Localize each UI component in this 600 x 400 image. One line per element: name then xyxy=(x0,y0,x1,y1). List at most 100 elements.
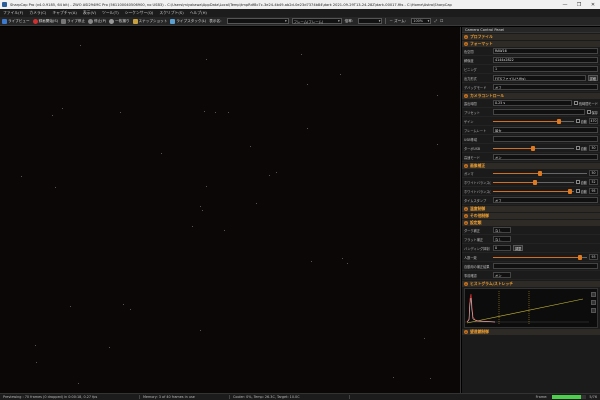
usb-select[interactable] xyxy=(493,136,598,142)
section-histogram[interactable]: » ヒストグラム/ストレッチ xyxy=(462,281,600,287)
resolution-select[interactable]: 4144x2822 xyxy=(493,57,598,63)
zoom-out-icon[interactable]: － xyxy=(389,19,393,24)
display-select[interactable]: ▾ xyxy=(226,18,289,24)
zoom-select[interactable]: 100% ▾ xyxy=(411,18,432,24)
menu-tools[interactable]: ツール(T) xyxy=(102,10,119,16)
checkbox[interactable] xyxy=(575,119,580,123)
gain-auto-toggle[interactable]: 自動 xyxy=(575,119,587,124)
frame-count: 5/76 xyxy=(589,395,597,399)
minimize-button[interactable]: — xyxy=(558,0,572,9)
checkbox[interactable] xyxy=(586,110,591,114)
frame-select[interactable]: フレーム(フレーム) ▾ xyxy=(291,18,342,24)
checkbox[interactable] xyxy=(575,180,580,184)
banding-select[interactable]: 0 xyxy=(493,245,511,251)
start-capture-button[interactable]: 録画開始(S) xyxy=(32,18,58,24)
offset-slider[interactable] xyxy=(493,254,587,260)
usb-row: USB帯域 xyxy=(462,135,600,144)
gain-row: ゲイン 自動 470 xyxy=(462,117,600,126)
menu-capture[interactable]: キャプチャ(A) xyxy=(52,10,77,16)
menu-sequencer[interactable]: シーケンサー(Q) xyxy=(125,10,154,16)
turbo-value[interactable]: 50 xyxy=(589,145,598,151)
hot-pixel xyxy=(311,261,312,262)
hot-pixel xyxy=(35,345,36,346)
slider-thumb[interactable] xyxy=(578,254,583,260)
app-icon xyxy=(2,2,7,7)
histogram-reset-icon[interactable] xyxy=(591,308,596,313)
slider-thumb[interactable] xyxy=(532,179,537,185)
wb-blue-auto-toggle[interactable]: 自動 xyxy=(575,189,587,194)
gain-value[interactable]: 470 xyxy=(589,118,598,124)
gamma-slider[interactable] xyxy=(493,170,587,176)
menu-view[interactable]: 表示(V) xyxy=(83,10,96,16)
record-icon xyxy=(32,18,38,24)
long-exposure-toggle[interactable]: 長時間モード xyxy=(573,101,598,106)
exposure-input[interactable]: 0.25 s xyxy=(493,100,572,106)
section-temperature[interactable]: » 温度制御 xyxy=(462,206,600,212)
turbo-usb-slider[interactable] xyxy=(493,145,574,151)
checkbox[interactable] xyxy=(575,146,580,150)
preset-save-toggle[interactable]: 保存 xyxy=(586,110,598,115)
gamma-value[interactable]: 50 xyxy=(589,170,598,176)
menu-scripting[interactable]: スクリプト(S) xyxy=(159,10,183,16)
framerate-select[interactable]: 最大 xyxy=(493,127,598,133)
wb-blue-slider[interactable] xyxy=(493,188,574,194)
filter-select[interactable] xyxy=(493,263,598,269)
hot-pixel xyxy=(307,84,308,85)
panel-title: Camera Control Panel xyxy=(462,27,600,33)
timestamp-select[interactable]: オフ xyxy=(493,197,598,203)
histogram-tools xyxy=(591,292,596,313)
histogram-settings-icon[interactable] xyxy=(591,300,596,305)
histogram-luma-curve xyxy=(466,297,496,323)
section-profile[interactable]: » プロファイル xyxy=(462,34,600,40)
gain-select[interactable]: ▾ xyxy=(358,18,383,24)
wb-red-auto-toggle[interactable]: 自動 xyxy=(575,180,587,185)
offset-value[interactable]: 93 xyxy=(589,254,598,260)
slider-thumb[interactable] xyxy=(557,118,562,124)
preview-select[interactable]: オン xyxy=(493,272,511,278)
stretch-curve xyxy=(466,298,584,324)
pause-button[interactable]: 停止(P) xyxy=(88,18,106,24)
hot-pixel xyxy=(80,45,81,46)
high-speed-select[interactable]: オン xyxy=(493,154,598,160)
menu-camera[interactable]: カメラ(C) xyxy=(29,10,46,16)
wb-blue-value[interactable]: 95 xyxy=(589,188,598,194)
section-misc[interactable]: » その他制御 xyxy=(462,213,600,219)
menu-help[interactable]: ヘルプ(H) xyxy=(190,10,207,16)
stop-live-button[interactable]: ライブ停止 xyxy=(61,18,85,24)
single-frame-button[interactable]: 一枚撮り xyxy=(109,18,130,24)
wb-red-slider[interactable] xyxy=(493,179,574,185)
flat-correction-select[interactable]: なし xyxy=(493,236,511,242)
slider-thumb[interactable] xyxy=(538,170,542,176)
turbo-auto-toggle[interactable]: 自動 xyxy=(575,146,587,151)
hot-pixel xyxy=(204,111,205,112)
histogram-zoom-icon[interactable] xyxy=(591,292,596,297)
image-viewport[interactable] xyxy=(0,27,461,393)
section-telescope[interactable]: » 望遠鏡制御 xyxy=(462,329,600,335)
live-view-button[interactable]: ライブビュー xyxy=(2,18,30,24)
banding-adjust-button[interactable]: 調整 xyxy=(513,245,524,251)
slider-thumb[interactable] xyxy=(531,145,536,151)
maximize-button[interactable]: ❐ xyxy=(572,0,586,9)
fit-icon[interactable]: ⤢ xyxy=(434,19,437,23)
output-options-button[interactable]: 詳細 xyxy=(587,75,598,81)
hot-pixel xyxy=(206,186,207,187)
histogram-display[interactable] xyxy=(464,288,598,328)
trigger-select[interactable]: オフ xyxy=(493,84,598,90)
slider-thumb[interactable] xyxy=(567,188,572,194)
wb-red-value[interactable]: 52 xyxy=(589,179,598,185)
menu-file[interactable]: ファイル(F) xyxy=(3,10,23,16)
preset-select[interactable] xyxy=(493,109,585,115)
close-button[interactable]: ✕ xyxy=(586,0,600,9)
dark-correction-select[interactable]: なし xyxy=(493,227,511,233)
gain-slider[interactable] xyxy=(493,118,574,124)
color-space-select[interactable]: RAW16 xyxy=(493,48,598,54)
snapshot-button[interactable]: スナップショット xyxy=(132,18,167,24)
live-stack-button[interactable]: ライブスタック(L) xyxy=(170,18,206,24)
fullscreen-icon[interactable]: ☐ xyxy=(440,19,443,23)
preset-row: プリセット 保存 xyxy=(462,108,600,117)
checkbox[interactable] xyxy=(575,189,580,193)
hot-pixel xyxy=(340,74,341,75)
binning-select[interactable]: 1 xyxy=(493,66,598,72)
output-format-select[interactable]: FITSファイル(*.fits) xyxy=(493,75,586,81)
checkbox[interactable] xyxy=(573,101,578,105)
